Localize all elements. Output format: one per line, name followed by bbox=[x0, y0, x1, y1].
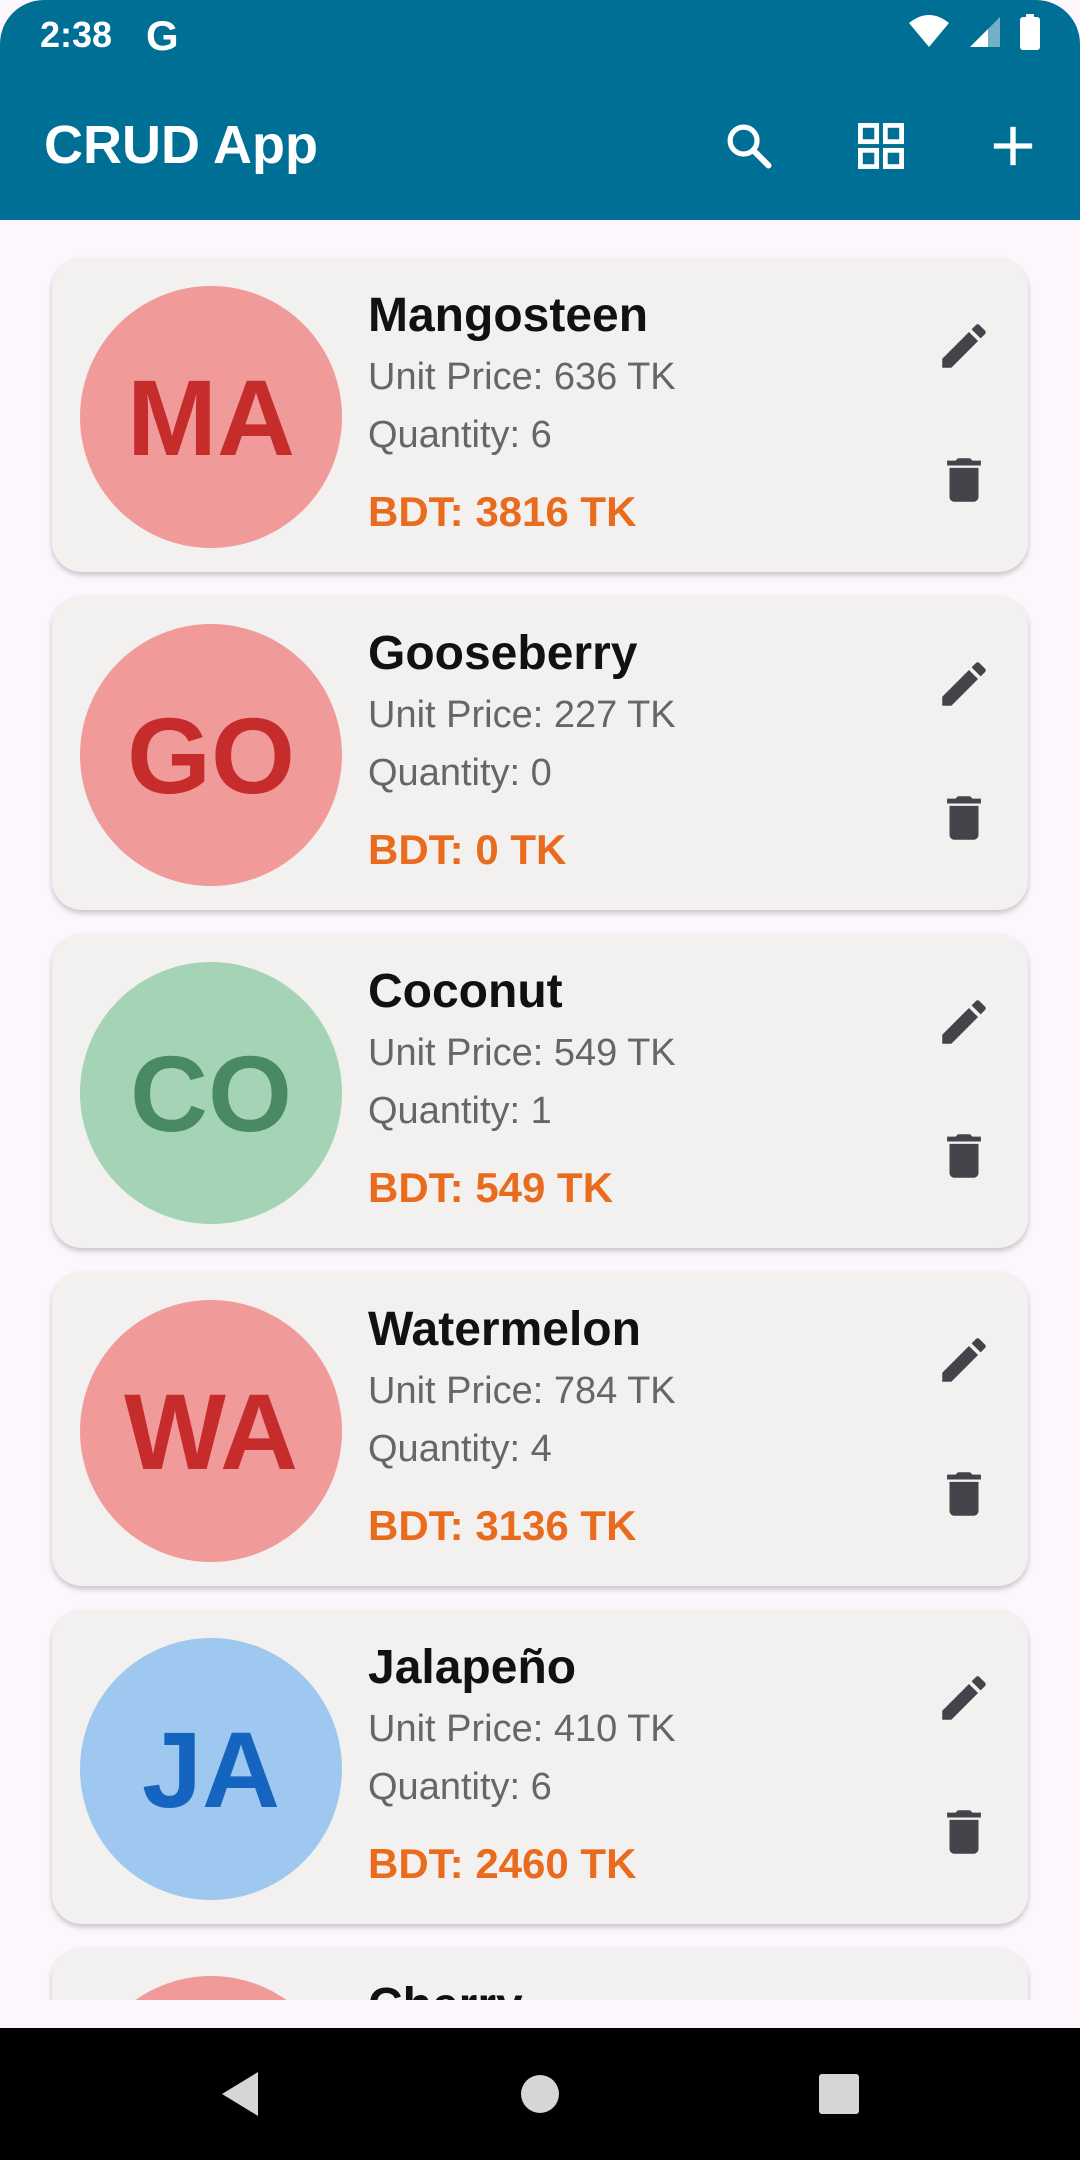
quantity: Quantity: 0 bbox=[368, 752, 552, 794]
system-navigation-bar bbox=[0, 2028, 1080, 2160]
total-price: BDT: 3136 TK bbox=[368, 1502, 637, 1549]
delete-button[interactable] bbox=[922, 438, 1006, 522]
avatar-initials: MA bbox=[127, 356, 295, 478]
delete-icon bbox=[947, 1472, 981, 1516]
total-price: BDT: 0 TK bbox=[368, 826, 567, 873]
unit-price: Unit Price: 410 TK bbox=[368, 1708, 676, 1750]
product-name: Jalapeño bbox=[368, 1641, 577, 1694]
product-card[interactable]: GO Gooseberry Unit Price: 227 TK Quantit… bbox=[52, 596, 1028, 910]
edit-button[interactable] bbox=[922, 1656, 1006, 1740]
product-name: Watermelon bbox=[368, 1303, 641, 1356]
avatar: WA bbox=[80, 1300, 342, 1562]
product-card[interactable]: MA Mangosteen Unit Price: 636 TK Quantit… bbox=[52, 258, 1028, 572]
avatar-initials: WA bbox=[124, 1370, 298, 1492]
avatar: CH bbox=[80, 1976, 342, 2000]
add-button[interactable] bbox=[977, 110, 1049, 182]
edit-button[interactable] bbox=[922, 980, 1006, 1064]
delete-button[interactable] bbox=[922, 1790, 1006, 1874]
avatar: GO bbox=[80, 624, 342, 886]
search-button[interactable] bbox=[713, 110, 785, 182]
quantity: Quantity: 6 bbox=[368, 1766, 552, 1808]
product-list[interactable]: MA Mangosteen Unit Price: 636 TK Quantit… bbox=[0, 220, 1080, 2000]
status-time: 2:38 bbox=[40, 14, 113, 55]
edit-icon bbox=[942, 324, 986, 368]
grid-view-button[interactable] bbox=[845, 110, 917, 182]
recents-button[interactable] bbox=[803, 2058, 875, 2130]
back-button[interactable] bbox=[204, 2058, 276, 2130]
battery-icon bbox=[1020, 13, 1040, 55]
signal-icon bbox=[968, 15, 1002, 54]
product-card[interactable]: CO Coconut Unit Price: 549 TK Quantity: … bbox=[52, 934, 1028, 1248]
unit-price: Unit Price: 636 TK bbox=[368, 356, 676, 398]
product-name: Cherry bbox=[368, 1978, 523, 2000]
delete-icon bbox=[947, 796, 981, 840]
search-icon bbox=[727, 124, 772, 169]
delete-icon bbox=[947, 458, 981, 502]
app-title: CRUD App bbox=[44, 115, 318, 175]
quantity: Quantity: 6 bbox=[368, 414, 552, 456]
google-icon: G bbox=[146, 12, 179, 59]
quantity: Quantity: 1 bbox=[368, 1090, 552, 1132]
delete-button[interactable] bbox=[922, 1114, 1006, 1198]
delete-icon bbox=[947, 1810, 981, 1854]
avatar: JA bbox=[80, 1638, 342, 1900]
avatar-initials: GO bbox=[126, 694, 295, 816]
product-name: Gooseberry bbox=[368, 627, 638, 680]
app-bar: CRUD App bbox=[0, 70, 1080, 220]
product-card[interactable]: CH Cherry bbox=[52, 1948, 1028, 2000]
edit-icon bbox=[942, 662, 986, 706]
wifi-icon bbox=[908, 14, 950, 54]
quantity: Quantity: 4 bbox=[368, 1428, 552, 1470]
total-price: BDT: 3816 TK bbox=[368, 488, 637, 535]
edit-button[interactable] bbox=[922, 642, 1006, 726]
avatar-initials: CO bbox=[130, 1032, 292, 1154]
edit-icon bbox=[942, 1000, 986, 1044]
home-icon bbox=[521, 2075, 559, 2113]
system-icons bbox=[908, 13, 1040, 55]
product-name: Mangosteen bbox=[368, 289, 649, 342]
home-button[interactable] bbox=[504, 2058, 576, 2130]
product-card[interactable]: WA Watermelon Unit Price: 784 TK Quantit… bbox=[52, 1272, 1028, 1586]
avatar-initials: JA bbox=[141, 1708, 281, 1830]
edit-button[interactable] bbox=[922, 1318, 1006, 1402]
grid-view-icon bbox=[858, 123, 904, 169]
delete-button[interactable] bbox=[922, 1452, 1006, 1536]
product-name: Coconut bbox=[368, 965, 563, 1018]
add-icon bbox=[993, 126, 1033, 166]
recents-icon bbox=[819, 2074, 859, 2114]
unit-price: Unit Price: 784 TK bbox=[368, 1370, 676, 1412]
edit-button[interactable] bbox=[922, 304, 1006, 388]
edit-icon bbox=[942, 1676, 986, 1720]
product-card[interactable]: JA Jalapeño Unit Price: 410 TK Quantity:… bbox=[52, 1610, 1028, 1924]
total-price: BDT: 2460 TK bbox=[368, 1840, 637, 1887]
unit-price: Unit Price: 549 TK bbox=[368, 1032, 676, 1074]
unit-price: Unit Price: 227 TK bbox=[368, 694, 676, 736]
total-price: BDT: 549 TK bbox=[368, 1164, 614, 1211]
edit-icon bbox=[942, 1338, 986, 1382]
avatar: CO bbox=[80, 962, 342, 1224]
status-bar: 2:38 G bbox=[0, 0, 1080, 70]
delete-button[interactable] bbox=[922, 776, 1006, 860]
back-icon bbox=[222, 2072, 258, 2116]
delete-icon bbox=[947, 1134, 981, 1178]
avatar: MA bbox=[80, 286, 342, 548]
